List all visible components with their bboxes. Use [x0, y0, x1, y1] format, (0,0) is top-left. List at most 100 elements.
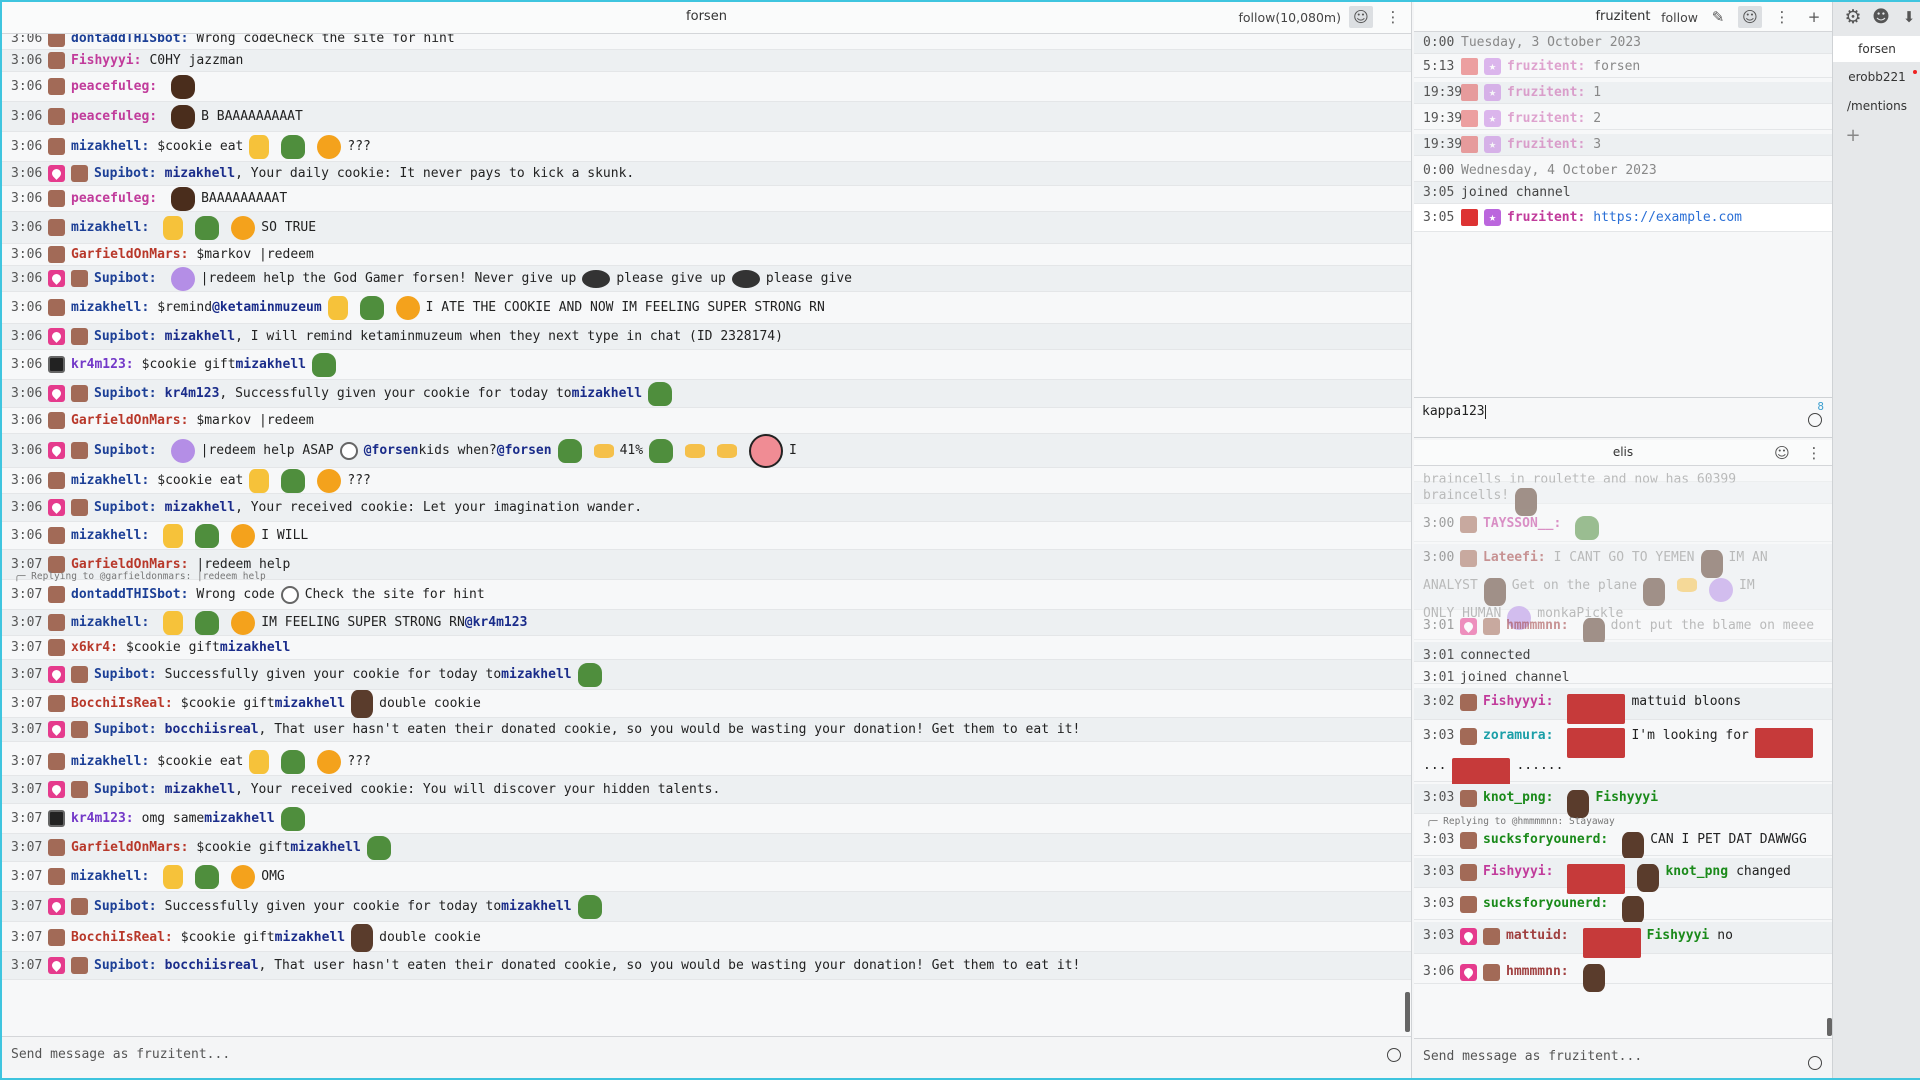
message-input[interactable]: kappa123	[1422, 404, 1486, 419]
username[interactable]: BocchiIsReal:	[71, 696, 173, 711]
more-options-icon[interactable]: ⋮	[1802, 442, 1826, 464]
message-text: joined channel	[1461, 185, 1571, 200]
username[interactable]: fruzitent:	[1507, 210, 1585, 225]
username[interactable]: GarfieldOnMars:	[71, 840, 188, 855]
chat-message-row: 3:06 mizakhell: $remind @ketaminmuzeum I A…	[2, 292, 1411, 324]
message-text: Tuesday, 3 October 2023	[1461, 35, 1642, 50]
tab-forsen[interactable]: forsen	[1833, 36, 1920, 62]
username[interactable]: fruzitent:	[1507, 59, 1585, 74]
message-text: please give up	[616, 271, 726, 286]
girl-emote-icon	[351, 923, 374, 952]
message-input[interactable]: Send message as fruzitent...	[2, 1036, 1411, 1070]
username[interactable]: peacefuleg:	[71, 109, 157, 124]
follow-label[interactable]: follow	[1661, 10, 1698, 25]
add-tab-icon[interactable]: +	[1841, 124, 1865, 146]
username[interactable]: Supibot:	[94, 166, 157, 181]
message-input[interactable]: Send message as fruzitent...	[1414, 1038, 1832, 1078]
username[interactable]: fruzitent:	[1507, 137, 1585, 152]
pepe-emote-icon	[577, 662, 602, 687]
username[interactable]: Supibot:	[94, 782, 157, 797]
user-badge-icon	[71, 165, 88, 182]
username[interactable]: mattuid:	[1506, 928, 1569, 943]
username[interactable]: Fishyyyi:	[1483, 694, 1553, 709]
username[interactable]: dontaddTHISbot:	[71, 34, 188, 46]
username[interactable]: Fishyyyi:	[1483, 864, 1553, 879]
username[interactable]: mizakhell:	[71, 615, 149, 630]
username[interactable]: mizakhell:	[71, 220, 149, 235]
settings-gear-icon[interactable]: ⚙	[1841, 6, 1865, 28]
username[interactable]: mizakhell:	[71, 300, 149, 315]
username[interactable]: GarfieldOnMars:	[71, 247, 188, 262]
follow-label[interactable]: follow(10,080m)	[1238, 10, 1341, 25]
username[interactable]: fruzitent:	[1507, 85, 1585, 100]
more-options-icon[interactable]: ⋮	[1770, 6, 1794, 28]
username[interactable]: Fishyyyi:	[71, 53, 141, 68]
pepe-emote-icon	[195, 523, 220, 548]
username[interactable]: sucksforyounerd:	[1483, 896, 1608, 911]
username[interactable]: mizakhell:	[71, 139, 149, 154]
username[interactable]: mizakhell:	[71, 528, 149, 543]
user-list-icon[interactable]: ☺	[1349, 6, 1373, 28]
username[interactable]: kr4m123:	[71, 357, 134, 372]
chat-message-row: 3:06 Supibot: mizakhell, I will remind ket…	[2, 324, 1411, 350]
username[interactable]: Supibot:	[94, 386, 157, 401]
pepe-emote-icon	[366, 835, 391, 860]
username[interactable]: hmmmmnn:	[1506, 964, 1569, 979]
username[interactable]: mizakhell:	[71, 473, 149, 488]
username[interactable]: Supibot:	[94, 722, 157, 737]
add-split-icon[interactable]: +	[1802, 6, 1826, 28]
emoji-icon[interactable]	[1808, 1056, 1822, 1070]
chat-message-row: 3:06 Supibot: |redeem help ASAP @forsen ki…	[2, 433, 1411, 468]
message-text: Wrong code	[196, 34, 275, 46]
user-badge-icon	[1483, 964, 1500, 981]
tab-erobb221[interactable]: erobb221	[1833, 64, 1920, 90]
user-badge-icon	[48, 810, 65, 827]
username[interactable]: knot_png:	[1483, 790, 1553, 805]
date-separator: 0:00 Tuesday, 3 October 2023	[1414, 32, 1832, 54]
username[interactable]: Lateefi:	[1483, 550, 1546, 565]
username[interactable]: Supibot:	[94, 958, 157, 973]
username[interactable]: sucksforyounerd:	[1483, 832, 1608, 847]
username[interactable]: Supibot:	[94, 329, 157, 344]
username[interactable]: mizakhell:	[71, 869, 149, 884]
username[interactable]: Supibot:	[94, 899, 157, 914]
user-list-icon[interactable]: ☺	[1770, 442, 1794, 464]
username[interactable]: GarfieldOnMars:	[71, 413, 188, 428]
username[interactable]: Supibot:	[94, 271, 157, 286]
username[interactable]: BocchiIsReal:	[71, 930, 173, 945]
username[interactable]: GarfieldOnMars:	[71, 557, 188, 572]
mention: bocchiisreal	[164, 722, 259, 737]
broadcaster-badge-icon	[1461, 136, 1478, 153]
user-list-icon[interactable]: ☺	[1738, 6, 1762, 28]
username[interactable]: peacefuleg:	[71, 79, 157, 94]
broadcaster-badge-icon	[1461, 58, 1478, 75]
prime-badge-icon	[48, 442, 65, 459]
emoji-icon[interactable]	[1808, 413, 1822, 427]
timestamp: 0:00	[1423, 163, 1455, 178]
message-text: I ATE THE COOKIE AND NOW IM FEELING SUPE…	[425, 300, 825, 315]
edit-icon[interactable]: ✎	[1706, 6, 1730, 28]
username[interactable]: fruzitent:	[1507, 111, 1585, 126]
username[interactable]: TAYSSON__:	[1483, 516, 1561, 531]
emoji-icon[interactable]	[1387, 1048, 1401, 1062]
update-download-icon[interactable]: ⬇	[1897, 6, 1920, 28]
username[interactable]: Supibot:	[94, 443, 157, 458]
username[interactable]: mizakhell:	[71, 754, 149, 769]
chat-message-row: 3:03 knot_png: Fishyyyi	[1414, 784, 1832, 818]
username[interactable]: kr4m123:	[71, 811, 134, 826]
message-text: $markov |redeem	[196, 247, 314, 262]
username[interactable]: zoramura:	[1483, 728, 1553, 743]
tab-mentions[interactable]: /mentions	[1833, 93, 1920, 119]
prime-badge-icon	[1460, 928, 1477, 945]
point-emote-icon	[1677, 578, 1698, 592]
scrollbar-thumb[interactable]	[1405, 992, 1410, 1032]
account-icon[interactable]: ☻	[1869, 6, 1893, 28]
username[interactable]: Supibot:	[94, 667, 157, 682]
username[interactable]: dontaddTHISbot:	[71, 587, 188, 602]
more-options-icon[interactable]: ⋮	[1381, 6, 1405, 28]
username[interactable]: hmmmmnn:	[1506, 618, 1569, 633]
username[interactable]: Supibot:	[94, 500, 157, 515]
username[interactable]: x6kr4:	[71, 640, 118, 655]
timestamp: 3:06	[11, 53, 43, 68]
username[interactable]: peacefuleg:	[71, 191, 157, 206]
